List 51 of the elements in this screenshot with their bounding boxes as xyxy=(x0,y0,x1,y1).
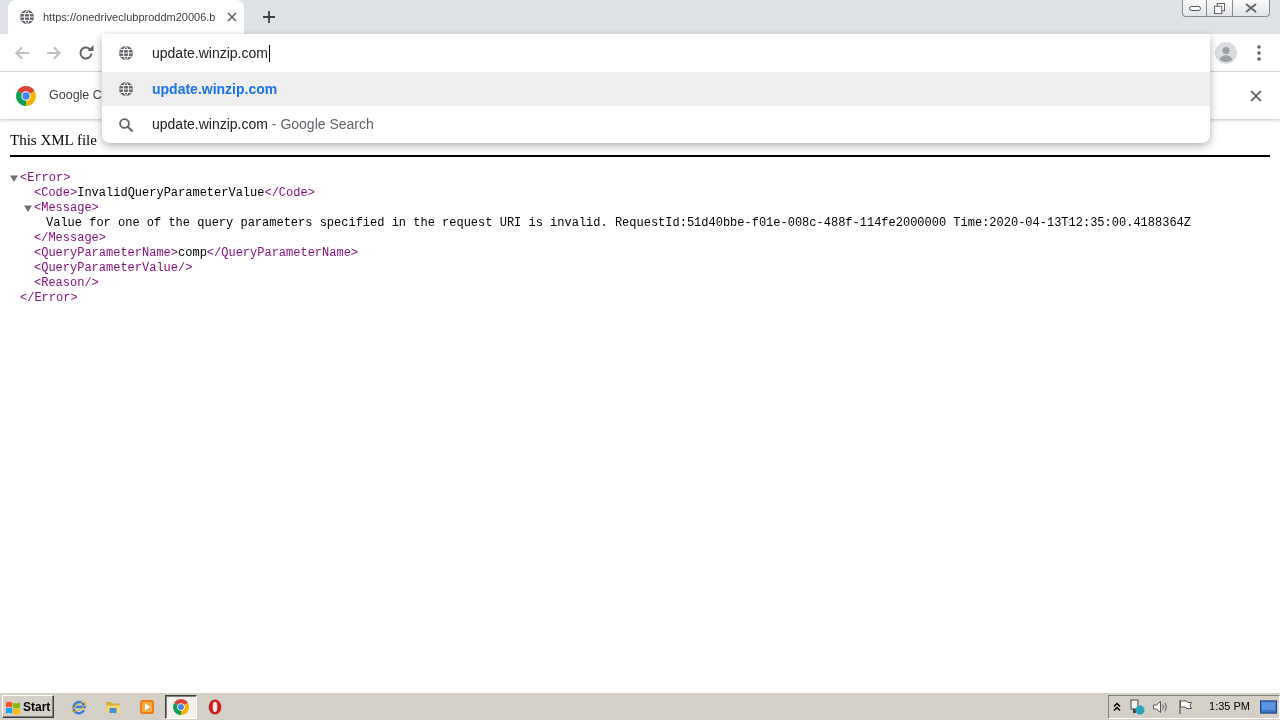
minimize-icon xyxy=(1188,5,1201,11)
close-icon[interactable] xyxy=(1250,89,1262,102)
xml-tag: <Code> xyxy=(34,186,78,201)
globe-icon xyxy=(118,45,134,61)
suggestion-item[interactable]: update.winzip.com xyxy=(102,72,1210,106)
play-icon[interactable] xyxy=(139,698,155,715)
browser-tab[interactable]: https://onedriveclubproddm20006.b xyxy=(8,0,244,34)
triangle-icon[interactable] xyxy=(10,174,18,183)
reload-icon[interactable] xyxy=(78,44,94,61)
xml-text: Value for one of the query parameters specified in the request URI is invalid. RequestId:51d40bbe-f01e-008c-488f-114fe2000000 Time:2020-04-13T12:35:00.4188364Z xyxy=(46,216,1191,231)
close-icon[interactable] xyxy=(227,12,237,22)
xml-tag: </Error> xyxy=(20,291,78,306)
xml-text: InvalidQueryParameterValue xyxy=(77,186,265,201)
o-logo-icon[interactable] xyxy=(207,698,223,715)
taskbar-button[interactable] xyxy=(165,694,197,719)
start-button[interactable]: Start xyxy=(2,695,54,718)
xml-tag: <QueryParameterValue/> xyxy=(34,261,193,276)
infobar-text: Google C xyxy=(49,87,102,105)
clock-text: 1:35 PM xyxy=(1209,699,1250,715)
avatar-icon[interactable] xyxy=(1215,41,1237,64)
xml-tag: <Reason/> xyxy=(34,276,99,291)
xml-tag: <Message> xyxy=(34,201,99,216)
volume-icon[interactable] xyxy=(1152,698,1169,715)
xml-tag: </Code> xyxy=(264,186,315,201)
double-chevron-icon[interactable] xyxy=(1113,701,1122,712)
xml-tag: <QueryParameterName> xyxy=(34,246,179,261)
round-logo-icon xyxy=(16,85,36,106)
close-button[interactable] xyxy=(1233,0,1270,17)
minimize-button[interactable] xyxy=(1182,0,1207,17)
suggestion-item[interactable]: update.winzip.com - Google Search xyxy=(102,106,1210,143)
flag-icon[interactable] xyxy=(1177,698,1194,715)
search-icon xyxy=(119,117,133,132)
restore-button[interactable] xyxy=(1207,0,1233,17)
xml-tag: <Error> xyxy=(20,171,71,186)
xml-text: comp xyxy=(178,246,207,261)
desktop-icon[interactable] xyxy=(1260,699,1277,714)
close-icon xyxy=(1245,3,1257,13)
network-icon[interactable] xyxy=(1129,698,1146,715)
plus-icon[interactable] xyxy=(263,11,275,23)
triangle-icon[interactable] xyxy=(24,204,32,213)
xml-tag: </QueryParameterName> xyxy=(206,246,359,261)
xml-notice-text: This XML file xyxy=(10,132,97,148)
e-logo-icon[interactable] xyxy=(71,698,87,715)
globe-icon xyxy=(19,9,35,25)
text-cursor-icon xyxy=(268,44,270,62)
restore-icon xyxy=(1214,2,1225,14)
round-logo-icon[interactable] xyxy=(173,698,189,715)
globe-icon xyxy=(118,81,134,97)
menu-icon[interactable] xyxy=(1257,44,1261,61)
xml-tag: </Message> xyxy=(34,231,106,246)
address-field[interactable]: update.winzip.com xyxy=(102,34,1210,72)
